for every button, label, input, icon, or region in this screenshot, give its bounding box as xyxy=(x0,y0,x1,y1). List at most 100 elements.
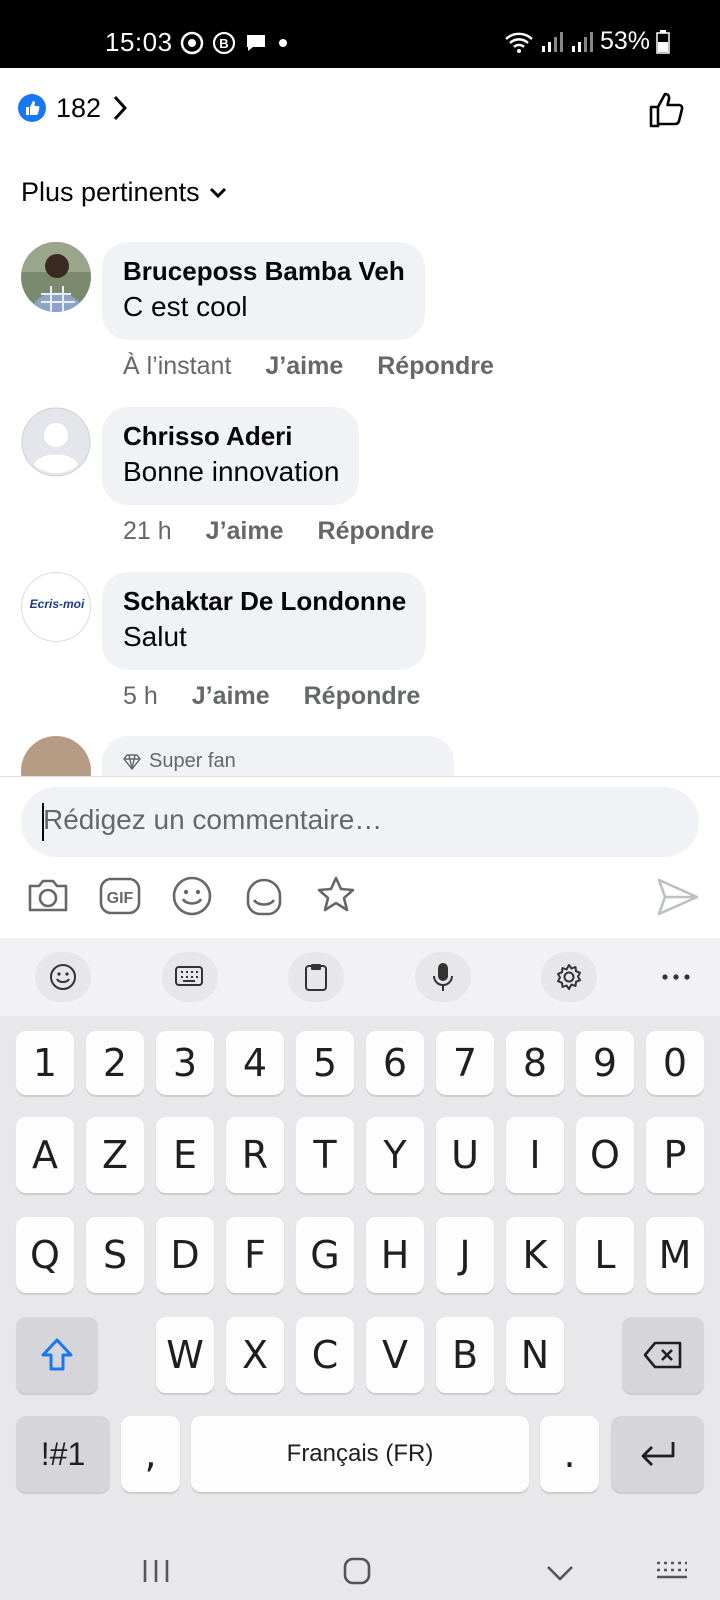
reply-button[interactable]: Répondre xyxy=(377,352,494,381)
key-7[interactable]: 7 xyxy=(436,1031,494,1095)
period-key[interactable]: . xyxy=(540,1416,599,1492)
key-k[interactable]: K xyxy=(506,1217,564,1293)
avatar[interactable]: Ecris-moi xyxy=(21,572,91,642)
keyboard-toolbar xyxy=(0,938,720,1016)
keyboard-layout-button[interactable] xyxy=(162,952,218,1002)
comment-bubble[interactable]: Chrisso Aderi Bonne innovation xyxy=(102,407,360,505)
avatar[interactable] xyxy=(21,736,91,776)
key-0[interactable]: 0 xyxy=(646,1031,704,1095)
comment-bubble[interactable]: Bruceposs Bamba Veh C est cool xyxy=(102,242,425,340)
reply-button[interactable]: Répondre xyxy=(304,682,421,711)
avatar-logo-text: Ecris-moi xyxy=(29,597,85,611)
comment-author[interactable]: Chrisso Aderi xyxy=(123,419,339,453)
avatar[interactable] xyxy=(21,407,91,477)
comment-time: À l’instant xyxy=(123,352,232,380)
chat-icon xyxy=(247,35,265,51)
comment-author[interactable]: Bruceposs Bamba Veh xyxy=(123,254,405,288)
battery-percent: 53% xyxy=(599,27,650,55)
emoji-icon xyxy=(50,964,76,990)
more-icon xyxy=(662,974,690,980)
key-p[interactable]: P xyxy=(646,1117,704,1193)
key-x[interactable]: X xyxy=(226,1317,284,1393)
like-button[interactable]: J’aime xyxy=(206,517,284,546)
key-5[interactable]: 5 xyxy=(296,1031,354,1095)
key-z[interactable]: Z xyxy=(86,1117,144,1193)
key-i[interactable]: I xyxy=(506,1117,564,1193)
wifi-icon xyxy=(505,32,533,53)
like-button[interactable]: J’aime xyxy=(192,682,270,711)
key-8[interactable]: 8 xyxy=(506,1031,564,1095)
recent-apps-icon[interactable] xyxy=(142,1558,170,1584)
camera-icon[interactable] xyxy=(26,874,70,918)
avatar[interactable] xyxy=(21,242,91,312)
key-2[interactable]: 2 xyxy=(86,1031,144,1095)
sticker-icon[interactable] xyxy=(242,874,286,918)
key-j[interactable]: J xyxy=(436,1217,494,1293)
backspace-icon xyxy=(643,1341,682,1369)
shift-key[interactable] xyxy=(16,1317,98,1393)
key-s[interactable]: S xyxy=(86,1217,144,1293)
key-r[interactable]: R xyxy=(226,1117,284,1193)
backspace-key[interactable] xyxy=(622,1317,704,1393)
key-t[interactable]: T xyxy=(296,1117,354,1193)
key-4[interactable]: 4 xyxy=(226,1031,284,1095)
like-button[interactable]: J’aime xyxy=(265,352,343,381)
home-icon[interactable] xyxy=(342,1556,372,1586)
key-d[interactable]: D xyxy=(156,1217,214,1293)
chevron-down-icon[interactable] xyxy=(545,1564,575,1582)
key-e[interactable]: E xyxy=(156,1117,214,1193)
comma-key[interactable]: , xyxy=(121,1416,180,1492)
microphone-icon xyxy=(433,963,453,991)
key-o[interactable]: O xyxy=(576,1117,634,1193)
voice-input-button[interactable] xyxy=(415,952,471,1002)
key-y[interactable]: Y xyxy=(366,1117,424,1193)
key-w[interactable]: W xyxy=(156,1317,214,1393)
avatar-sticker-icon[interactable] xyxy=(314,874,358,918)
comment-bubble[interactable]: Super fan xyxy=(102,736,454,776)
space-key[interactable]: Français (FR) xyxy=(191,1416,529,1492)
comment-input[interactable]: Rédigez un commentaire… xyxy=(21,787,699,857)
diamond-icon xyxy=(123,753,141,770)
svg-text:B: B xyxy=(219,36,228,51)
key-b[interactable]: B xyxy=(436,1317,494,1393)
enter-key[interactable] xyxy=(611,1416,704,1492)
keyboard-switch-icon[interactable] xyxy=(655,1560,689,1582)
key-q[interactable]: Q xyxy=(16,1217,74,1293)
key-l[interactable]: L xyxy=(576,1217,634,1293)
reactions-summary[interactable]: 182 xyxy=(18,90,129,126)
key-f[interactable]: F xyxy=(226,1217,284,1293)
signal-icon xyxy=(571,31,593,52)
key-6[interactable]: 6 xyxy=(366,1031,424,1095)
key-c[interactable]: C xyxy=(296,1317,354,1393)
key-h[interactable]: H xyxy=(366,1217,424,1293)
key-3[interactable]: 3 xyxy=(156,1031,214,1095)
sort-dropdown[interactable]: Plus pertinents xyxy=(21,177,228,208)
status-bar: 15:03 B 53% xyxy=(0,0,720,68)
key-n[interactable]: N xyxy=(506,1317,564,1393)
more-options-button[interactable] xyxy=(648,952,704,1002)
key-a[interactable]: A xyxy=(16,1117,74,1193)
emoji-icon[interactable] xyxy=(170,874,214,918)
key-9[interactable]: 9 xyxy=(576,1031,634,1095)
key-v[interactable]: V xyxy=(366,1317,424,1393)
comment-actions: À l’instant J’aime Répondre xyxy=(123,352,494,381)
comment-bubble[interactable]: Schaktar De Londonne Salut xyxy=(102,572,427,670)
symbols-key[interactable]: !#1 xyxy=(16,1416,110,1492)
key-g[interactable]: G xyxy=(296,1217,354,1293)
status-left-icons: B xyxy=(180,31,290,55)
send-icon[interactable] xyxy=(656,876,700,918)
comment-list[interactable]: Bruceposs Bamba Veh C est cool À l’insta… xyxy=(0,242,720,776)
clipboard-button[interactable] xyxy=(288,952,344,1002)
comment-author[interactable]: Schaktar De Londonne xyxy=(123,584,406,618)
keyboard-settings-button[interactable] xyxy=(541,952,597,1002)
gif-icon[interactable]: GIF xyxy=(98,874,142,918)
reply-button[interactable]: Répondre xyxy=(318,517,435,546)
key-1[interactable]: 1 xyxy=(16,1031,74,1095)
dot-icon xyxy=(279,39,287,47)
key-m[interactable]: M xyxy=(646,1217,704,1293)
keyboard-emoji-button[interactable] xyxy=(35,952,91,1002)
key-u[interactable]: U xyxy=(436,1117,494,1193)
divider xyxy=(0,776,720,777)
like-icon[interactable] xyxy=(647,90,687,130)
shift-icon xyxy=(41,1338,73,1371)
